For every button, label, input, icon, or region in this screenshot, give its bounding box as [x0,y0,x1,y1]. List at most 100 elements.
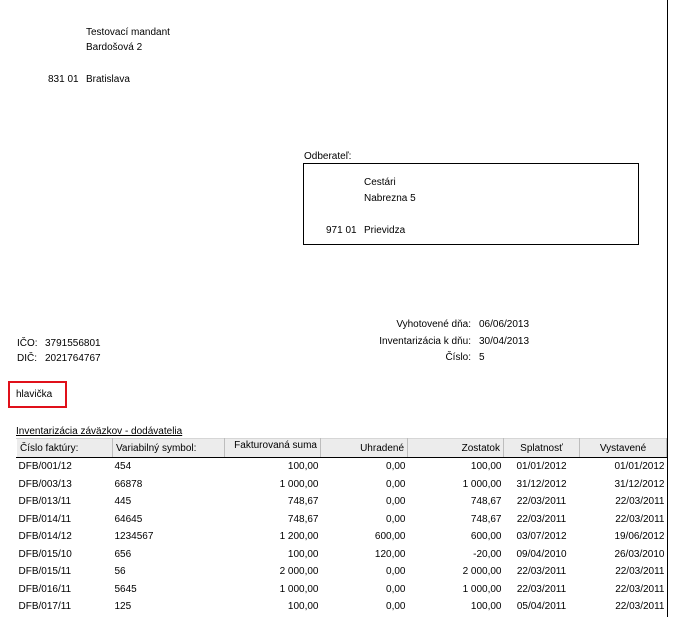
table-row: DFB/015/10 656 100,00 120,00 -20,00 09/0… [17,546,667,564]
cell-due-date: 03/07/2012 [516,531,567,543]
table-row: DFB/015/11 56 2 000,00 0,00 2 000,00 22/… [17,563,667,581]
page-edge-line [667,0,668,617]
cell-issued-date: 01/01/2012 [614,461,665,473]
cell-invoice: DFB/014/11 [18,513,72,525]
cell-paid: 0,00 [386,478,406,490]
cell-issued-date: 26/03/2010 [614,548,665,560]
table-row: DFB/003/13 66878 1 000,00 0,00 1 000,00 … [17,476,667,494]
inventory-table: Číslo faktúry: Variabilný symbol: Faktur… [16,438,667,616]
cell-due-date: 01/01/2012 [516,461,567,473]
cell-invoiced-amount: 748,67 [287,513,319,525]
col-header-invoice: Číslo faktúry: [16,438,113,458]
cell-invoiced-amount: 100,00 [287,601,319,613]
inventory-date-label: Inventarizácia k dňu: [379,336,471,347]
cell-paid: 600,00 [374,531,406,543]
recipient-zip: 971 01 [326,225,357,236]
col-header-balance: Zostatok [407,438,504,458]
cell-variable-symbol: 64645 [114,513,143,525]
cell-invoice: DFB/014/12 [18,531,72,543]
cell-invoice: DFB/003/13 [18,478,72,490]
cell-issued-date: 22/03/2011 [615,496,665,508]
recipient-label: Odberateľ: [304,151,352,162]
cell-invoiced-amount: 748,67 [287,496,319,508]
cell-due-date: 31/12/2012 [516,478,567,490]
cell-variable-symbol: 454 [114,461,132,473]
issued-label: Vyhotovené dňa: [396,319,471,330]
cell-variable-symbol: 56 [114,566,126,578]
col-header-invoiced-amount: Fakturovaná suma [224,438,321,458]
inventory-date-value: 30/04/2013 [479,336,530,347]
sender-city: Bratislava [86,74,130,85]
cell-variable-symbol: 656 [114,548,132,560]
cell-variable-symbol: 445 [114,496,132,508]
cell-invoiced-amount: 1 200,00 [279,531,319,543]
recipient-city: Prievidza [364,225,406,236]
cell-due-date: 22/03/2011 [516,496,567,508]
cell-invoice: DFB/017/11 [18,601,72,613]
cell-variable-symbol: 1234567 [114,531,154,543]
cell-issued-date: 19/06/2012 [614,531,665,543]
cell-variable-symbol: 66878 [114,478,143,490]
cell-paid: 0,00 [386,566,406,578]
cell-balance: -20,00 [473,548,502,560]
table-row: DFB/014/12 1234567 1 200,00 600,00 600,0… [17,528,667,546]
cell-issued-date: 22/03/2011 [615,566,665,578]
cell-balance: 100,00 [470,601,502,613]
document-number-label: Číslo: [445,352,471,363]
cell-variable-symbol: 5645 [114,583,137,595]
col-header-variable-symbol: Variabilný symbol: [112,438,225,458]
table-row: DFB/001/12 454 100,00 0,00 100,00 01/01/… [17,458,667,476]
cell-paid: 0,00 [386,496,406,508]
sender-name: Testovací mandant [86,27,170,38]
section-title: Inventarizácia záväzkov - dodávatelia [16,426,183,437]
cell-invoiced-amount: 1 000,00 [279,478,319,490]
cell-invoiced-amount: 100,00 [287,461,319,473]
cell-balance: 100,00 [470,461,502,473]
col-header-issued-date: Vystavené [579,438,667,458]
cell-issued-date: 22/03/2011 [615,583,665,595]
cell-due-date: 22/03/2011 [516,513,567,525]
dic-label: DIČ: [17,353,37,364]
cell-invoice: DFB/015/11 [18,566,72,578]
cell-invoice: DFB/013/11 [18,496,72,508]
recipient-street: Nabrezna 5 [364,193,416,204]
document-number-value: 5 [479,352,485,363]
cell-paid: 0,00 [386,583,406,595]
cell-due-date: 09/04/2010 [516,548,567,560]
cell-invoiced-amount: 1 000,00 [279,583,319,595]
cell-invoiced-amount: 2 000,00 [279,566,319,578]
table-row: DFB/016/11 5645 1 000,00 0,00 1 000,00 2… [17,581,667,599]
cell-balance: 600,00 [470,531,502,543]
cell-variable-symbol: 125 [114,601,132,613]
cell-due-date: 22/03/2011 [516,583,567,595]
cell-due-date: 22/03/2011 [516,566,567,578]
col-header-paid: Uhradené [320,438,408,458]
cell-paid: 120,00 [374,548,406,560]
cell-balance: 748,67 [470,496,502,508]
cell-paid: 0,00 [386,461,406,473]
cell-balance: 1 000,00 [462,478,502,490]
cell-balance: 748,67 [470,513,502,525]
issued-value: 06/06/2013 [479,319,530,330]
cell-invoiced-amount: 100,00 [287,548,319,560]
sender-street: Bardošová 2 [86,42,143,53]
table-row: DFB/014/11 64645 748,67 0,00 748,67 22/0… [17,511,667,529]
cell-invoice: DFB/016/11 [18,583,72,595]
header-tag: hlavička [16,389,53,400]
cell-balance: 1 000,00 [462,583,502,595]
col-header-due-date: Splatnosť [503,438,580,458]
dic-value: 2021764767 [45,353,101,364]
ico-value: 3791556801 [45,338,101,349]
cell-paid: 0,00 [386,601,406,613]
cell-balance: 2 000,00 [462,566,502,578]
cell-invoice: DFB/001/12 [18,461,72,473]
cell-issued-date: 22/03/2011 [615,601,665,613]
table-header-row: Číslo faktúry: Variabilný symbol: Faktur… [16,438,667,458]
ico-label: IČO: [17,338,38,349]
cell-due-date: 05/04/2011 [516,601,567,613]
table-row: DFB/013/11 445 748,67 0,00 748,67 22/03/… [17,493,667,511]
table-row: DFB/017/11 125 100,00 0,00 100,00 05/04/… [17,598,667,616]
cell-invoice: DFB/015/10 [18,548,72,560]
recipient-name: Cestári [364,177,396,188]
cell-issued-date: 31/12/2012 [614,478,665,490]
